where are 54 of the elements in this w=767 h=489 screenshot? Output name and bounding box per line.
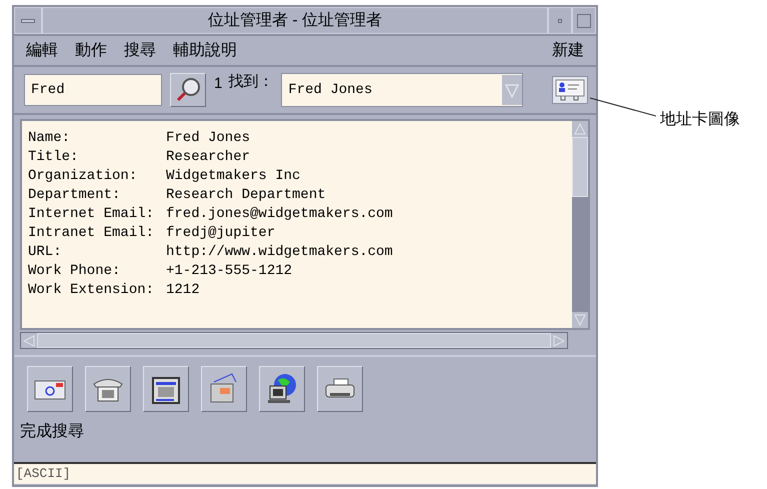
field-value: Researcher xyxy=(166,148,250,167)
field-label: Organization: xyxy=(28,167,138,186)
print-button[interactable] xyxy=(317,366,363,412)
field-label: Work Extension: xyxy=(28,281,156,300)
calendar-button[interactable] xyxy=(143,366,189,412)
down-arrow-icon xyxy=(574,314,586,326)
field-value: 1212 xyxy=(166,281,200,300)
horizontal-scrollbar[interactable] xyxy=(20,332,568,349)
field-value: Fred Jones xyxy=(166,129,250,148)
field-label: Title: xyxy=(28,148,80,167)
record-text-area[interactable] xyxy=(22,121,572,328)
card-button[interactable] xyxy=(201,366,247,412)
leader-line xyxy=(590,97,656,117)
field-value: Widgetmakers Inc xyxy=(166,167,300,186)
field-label: Intranet Email: xyxy=(28,224,156,243)
menu-item[interactable]: 編輯 xyxy=(26,38,58,62)
result-count: 1 xyxy=(214,74,222,94)
field-value: Research Department xyxy=(166,186,326,205)
right-arrow-icon xyxy=(553,334,565,346)
menu-item[interactable]: 搜尋 xyxy=(124,38,156,62)
found-label: 找到： xyxy=(228,72,274,92)
input-method-status: [ASCII] xyxy=(14,462,596,484)
menu-item[interactable]: 輔助說明 xyxy=(173,38,237,62)
field-label: URL: xyxy=(28,243,63,262)
status-message: 完成搜尋 xyxy=(19,422,85,442)
vertical-scrollbar[interactable] xyxy=(572,121,588,328)
web-button[interactable] xyxy=(259,366,305,412)
mail-button[interactable] xyxy=(27,366,73,412)
field-value: http://www.widgetmakers.com xyxy=(166,243,393,262)
search-icon xyxy=(174,76,202,104)
field-label: Internet Email: xyxy=(28,205,156,224)
search-button[interactable] xyxy=(170,73,206,107)
field-label: Name: xyxy=(28,129,72,148)
field-value: fred.jones@widgetmakers.com xyxy=(166,205,393,224)
field-value: +1-213-555-1212 xyxy=(166,262,292,281)
field-label: Department: xyxy=(28,186,122,205)
address-card-button[interactable] xyxy=(552,76,588,104)
results-combo-box[interactable]: Fred Jones xyxy=(281,73,524,107)
menu-item[interactable]: 動作 xyxy=(75,38,107,62)
window-title: 位址管理者 - 位址管理者 xyxy=(42,7,548,34)
callout-label: 地址卡圖像 xyxy=(660,110,740,128)
field-value: fredj@jupiter xyxy=(166,224,276,243)
scroll-thumb[interactable] xyxy=(37,333,551,348)
phone-button[interactable] xyxy=(85,366,131,412)
scroll-thumb[interactable] xyxy=(572,137,588,197)
window-menu-icon xyxy=(21,18,35,22)
window-menu-button[interactable] xyxy=(14,7,42,34)
maximize-button[interactable] xyxy=(572,7,596,34)
address-card-icon xyxy=(555,79,585,101)
up-arrow-icon xyxy=(574,123,586,135)
field-label: Work Phone: xyxy=(28,262,122,281)
left-arrow-icon xyxy=(23,334,35,346)
search-field[interactable]: Fred xyxy=(24,74,162,106)
menu-item[interactable]: 新建 xyxy=(552,38,584,62)
